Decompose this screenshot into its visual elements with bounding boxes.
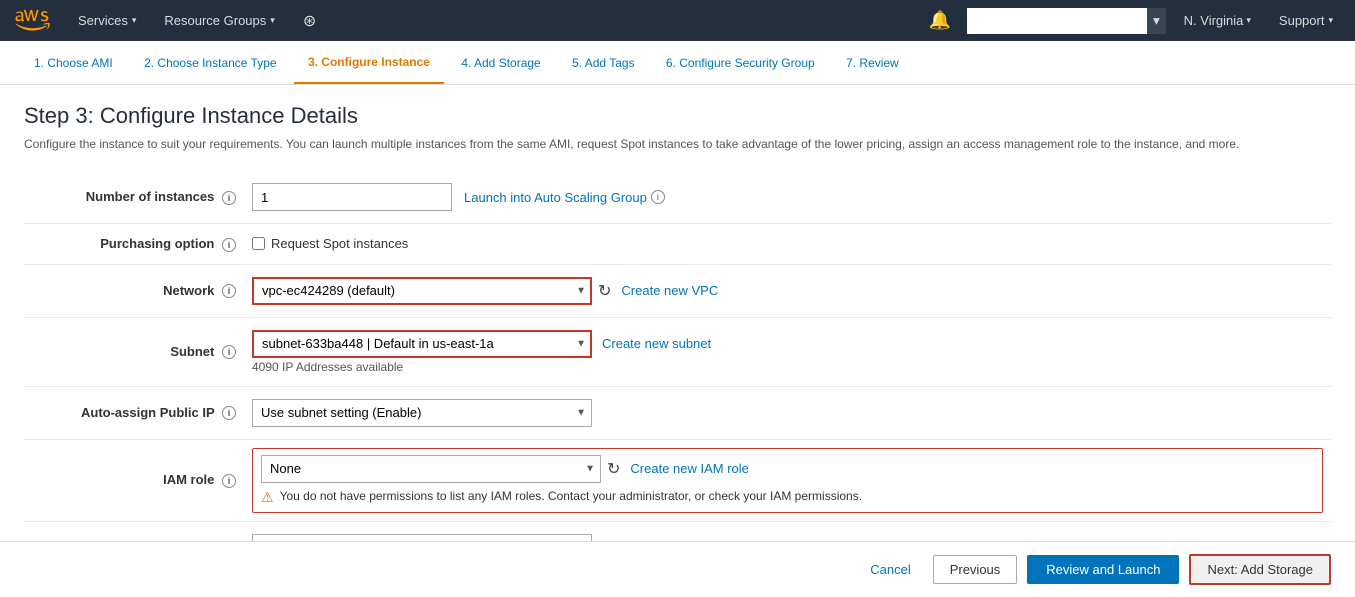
resource-groups-label: Resource Groups <box>164 13 266 28</box>
public-ip-info[interactable]: i <box>222 406 236 420</box>
request-spot-checkbox[interactable] <box>252 237 265 250</box>
support-menu[interactable]: Support ▾ <box>1269 13 1343 28</box>
step-6[interactable]: 6. Configure Security Group <box>652 41 829 84</box>
subnet-info[interactable]: i <box>222 345 236 359</box>
step-2-label: 2. Choose Instance Type <box>144 56 277 70</box>
subnet-select-wrapper: subnet-633ba448 | Default in us-east-1a … <box>252 330 592 358</box>
shutdown-select-wrapper: Stop ▼ <box>252 534 592 541</box>
resource-groups-caret: ▾ <box>270 15 275 26</box>
step-1[interactable]: 1. Choose AMI <box>20 41 127 84</box>
search-input[interactable] <box>967 8 1147 34</box>
top-navigation: Services ▾ Resource Groups ▾ ⊛ 🔔 ▾ N. Vi… <box>0 0 1355 41</box>
network-row: Network i vpc-ec424289 (default) ▼ ↻ Cre… <box>24 264 1331 317</box>
main-content: Step 3: Configure Instance Details Confi… <box>0 85 1355 541</box>
previous-button[interactable]: Previous <box>933 555 1018 584</box>
public-ip-row: Auto-assign Public IP i Use subnet setti… <box>24 386 1331 439</box>
public-ip-select-wrapper: Use subnet setting (Enable) ▼ <box>252 399 592 427</box>
warning-icon: ⚠ <box>261 489 274 506</box>
iam-refresh-btn[interactable]: ↻ <box>607 459 620 479</box>
network-label: Network i <box>24 264 244 317</box>
configure-form: Number of instances i Launch into Auto S… <box>24 171 1331 541</box>
iam-select-wrapper: None ▼ <box>261 455 601 483</box>
shutdown-row: Shutdown behavior i Stop ▼ <box>24 521 1331 541</box>
region-label: N. Virginia <box>1184 13 1244 28</box>
network-info[interactable]: i <box>222 284 236 298</box>
page-description: Configure the instance to suit your requ… <box>24 135 1331 153</box>
shutdown-value-cell: Stop ▼ <box>244 521 1331 541</box>
public-ip-select[interactable]: Use subnet setting (Enable) <box>252 399 592 427</box>
iam-role-value-cell: None ▼ ↻ Create new IAM role ⚠ You do no… <box>244 439 1331 521</box>
step-4[interactable]: 4. Add Storage <box>447 41 554 84</box>
iam-warning-box: None ▼ ↻ Create new IAM role ⚠ You do no… <box>252 448 1323 513</box>
num-instances-row: Number of instances i Launch into Auto S… <box>24 171 1331 224</box>
step-2[interactable]: 2. Choose Instance Type <box>130 41 291 84</box>
purchasing-value-cell: Request Spot instances <box>244 224 1331 265</box>
iam-role-row: IAM role i None ▼ ↻ Create new IAM role <box>24 439 1331 521</box>
subnet-label: Subnet i <box>24 317 244 386</box>
subnet-row: Subnet i subnet-633ba448 | Default in us… <box>24 317 1331 386</box>
support-label: Support <box>1279 13 1325 28</box>
step-1-label: 1. Choose AMI <box>34 56 113 70</box>
aws-logo <box>12 9 52 33</box>
iam-controls: None ▼ ↻ Create new IAM role <box>261 455 1314 483</box>
network-value-cell: vpc-ec424289 (default) ▼ ↻ Create new VP… <box>244 265 1331 317</box>
subnet-value-cell: subnet-633ba448 | Default in us-east-1a … <box>244 317 1331 386</box>
shutdown-label: Shutdown behavior i <box>24 521 244 541</box>
cancel-button[interactable]: Cancel <box>858 556 922 583</box>
step-5-label: 5. Add Tags <box>572 56 635 70</box>
region-caret: ▾ <box>1246 15 1251 26</box>
iam-role-select[interactable]: None <box>261 455 601 483</box>
purchasing-info[interactable]: i <box>222 238 236 252</box>
wizard-steps: 1. Choose AMI 2. Choose Instance Type 3.… <box>0 41 1355 85</box>
purchasing-label: Purchasing option i <box>24 224 244 265</box>
num-instances-info[interactable]: i <box>222 191 236 205</box>
step-3-label: 3. Configure Instance <box>308 55 430 69</box>
step-3[interactable]: 3. Configure Instance <box>294 41 444 84</box>
resource-groups-menu[interactable]: Resource Groups ▾ <box>154 13 284 28</box>
iam-warning-message: ⚠ You do not have permissions to list an… <box>261 489 1314 506</box>
next-add-storage-button[interactable]: Next: Add Storage <box>1189 554 1331 585</box>
num-instances-input[interactable] <box>252 183 452 211</box>
create-iam-link[interactable]: Create new IAM role <box>630 461 749 476</box>
num-instances-value-cell: Launch into Auto Scaling Group i <box>244 171 1331 223</box>
subnet-select[interactable]: subnet-633ba448 | Default in us-east-1a <box>252 330 592 358</box>
create-vpc-link[interactable]: Create new VPC <box>621 283 718 298</box>
search-dropdown-btn[interactable]: ▾ <box>1147 8 1166 34</box>
request-spot-label: Request Spot instances <box>252 236 1323 251</box>
step-7-label: 7. Review <box>846 56 899 70</box>
step-6-label: 6. Configure Security Group <box>666 56 815 70</box>
network-refresh-btn[interactable]: ↻ <box>598 281 611 301</box>
step-7[interactable]: 7. Review <box>832 41 913 84</box>
num-instances-label: Number of instances i <box>24 171 244 224</box>
step-5[interactable]: 5. Add Tags <box>558 41 649 84</box>
launch-asg-info[interactable]: i <box>651 190 665 204</box>
notifications-bell[interactable]: 🔔 <box>921 10 959 31</box>
ip-available-text: 4090 IP Addresses available <box>252 360 1323 374</box>
iam-role-info[interactable]: i <box>222 474 236 488</box>
create-subnet-link[interactable]: Create new subnet <box>602 336 711 351</box>
network-select-wrapper: vpc-ec424289 (default) ▼ <box>252 277 592 305</box>
review-launch-button[interactable]: Review and Launch <box>1027 555 1179 584</box>
public-ip-label: Auto-assign Public IP i <box>24 386 244 439</box>
services-label: Services <box>78 13 128 28</box>
bookmark-icon[interactable]: ⊛ <box>293 11 326 31</box>
support-caret: ▾ <box>1328 15 1333 26</box>
services-menu[interactable]: Services ▾ <box>68 13 146 28</box>
page-title: Step 3: Configure Instance Details <box>24 103 1331 129</box>
step-4-label: 4. Add Storage <box>461 56 540 70</box>
public-ip-value-cell: Use subnet setting (Enable) ▼ <box>244 386 1331 439</box>
shutdown-select[interactable]: Stop <box>252 534 592 541</box>
services-caret: ▾ <box>132 15 137 26</box>
network-select[interactable]: vpc-ec424289 (default) <box>252 277 592 305</box>
launch-asg-link[interactable]: Launch into Auto Scaling Group <box>464 190 647 205</box>
footer-bar: Cancel Previous Review and Launch Next: … <box>0 541 1355 597</box>
region-selector[interactable]: N. Virginia ▾ <box>1174 13 1261 28</box>
iam-role-label: IAM role i <box>24 439 244 521</box>
purchasing-row: Purchasing option i Request Spot instanc… <box>24 224 1331 265</box>
